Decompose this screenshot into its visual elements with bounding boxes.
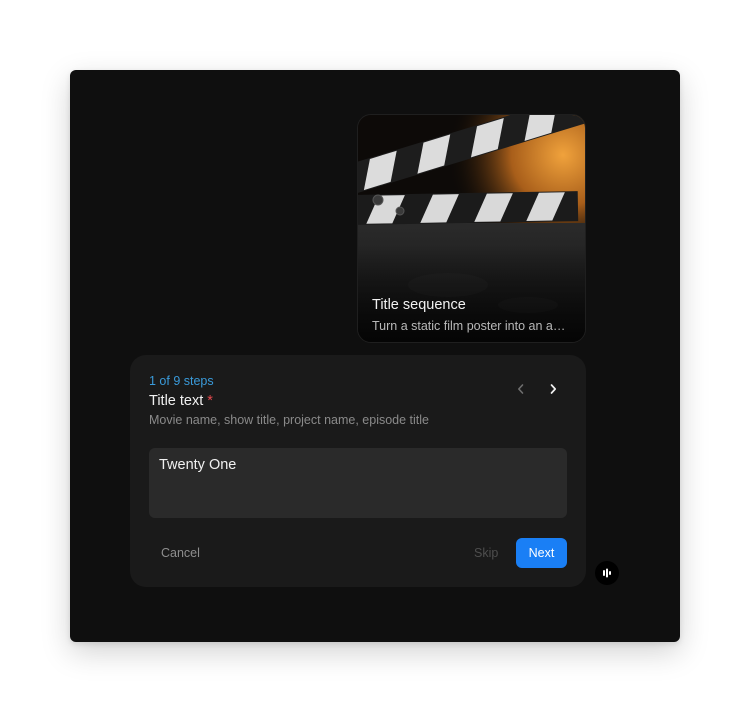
assistant-button[interactable] — [595, 561, 619, 585]
field-hint: Movie name, show title, project name, ep… — [149, 413, 429, 427]
title-text-input[interactable]: Twenty One — [149, 448, 567, 518]
step-counter: 1 of 9 steps — [149, 374, 214, 388]
next-button[interactable]: Next — [516, 538, 567, 568]
app-canvas: Title sequence Turn a static film poster… — [70, 70, 680, 642]
template-card[interactable]: Title sequence Turn a static film poster… — [357, 114, 586, 343]
skip-button[interactable]: Skip — [468, 538, 504, 568]
previous-step-button[interactable] — [509, 377, 533, 401]
required-marker: * — [207, 393, 213, 409]
template-card-description: Turn a static film poster into an animat… — [372, 319, 571, 333]
audio-bars-icon — [603, 568, 611, 578]
template-card-title: Title sequence — [372, 297, 466, 313]
next-step-arrow-button[interactable] — [541, 377, 565, 401]
cancel-button[interactable]: Cancel — [149, 538, 212, 568]
field-label: Title text * — [149, 393, 213, 409]
field-label-text: Title text — [149, 393, 204, 409]
template-card-text: Title sequence Turn a static film poster… — [372, 296, 571, 334]
step-form-panel: 1 of 9 steps Title text * Movie name, sho… — [130, 355, 586, 587]
chevron-left-icon — [518, 384, 524, 394]
chevron-right-icon — [550, 384, 557, 394]
